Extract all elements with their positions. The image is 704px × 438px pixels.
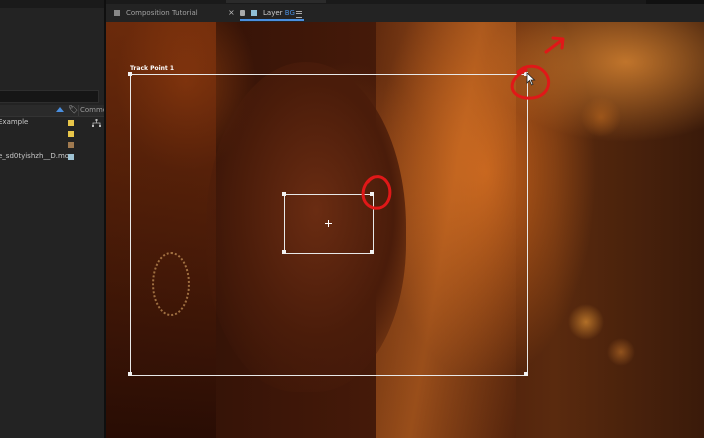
feature-region-handle-bottom-left[interactable] bbox=[282, 250, 286, 254]
close-icon[interactable]: × bbox=[228, 6, 235, 20]
track-point-label: Track Point 1 bbox=[130, 65, 175, 72]
lock-icon[interactable] bbox=[240, 10, 245, 16]
label-color-swatch[interactable] bbox=[68, 131, 74, 137]
top-right-strip bbox=[646, 0, 704, 4]
panel-top-strip bbox=[0, 0, 104, 8]
feature-region-handle-bottom-right[interactable] bbox=[370, 250, 374, 254]
project-panel: 🏷 Comme Example e_sd0tyishzh__D.mov bbox=[0, 0, 107, 438]
viewer-tab-bar: Composition Tutorial × Layer BG bbox=[106, 0, 704, 22]
tab-bar-top-accent bbox=[226, 0, 326, 3]
feature-region-handle-top-left[interactable] bbox=[282, 192, 286, 196]
tab-layer-prefix: Layer bbox=[263, 9, 283, 17]
sort-ascending-icon[interactable] bbox=[56, 107, 64, 112]
project-search-input[interactable] bbox=[0, 90, 99, 103]
composition-icon bbox=[114, 10, 120, 16]
project-item-row[interactable]: e_sd0tyishzh__D.mov bbox=[0, 151, 104, 162]
column-divider[interactable] bbox=[78, 105, 79, 116]
project-column-header: 🏷 Comme bbox=[0, 105, 107, 117]
label-color-swatch[interactable] bbox=[68, 120, 74, 126]
label-color-swatch[interactable] bbox=[68, 142, 74, 148]
project-item-row[interactable] bbox=[0, 128, 104, 139]
active-tab-indicator bbox=[240, 19, 304, 21]
project-item-name: Example bbox=[0, 118, 29, 126]
tab-composition-label: Composition Tutorial bbox=[126, 9, 198, 17]
layer-viewer[interactable]: Track Point 1 bbox=[106, 22, 704, 438]
label-tag-icon[interactable]: 🏷 bbox=[68, 106, 78, 114]
label-color-swatch[interactable] bbox=[68, 154, 74, 160]
search-region-handle-bottom-left[interactable] bbox=[128, 372, 132, 376]
hierarchy-icon[interactable] bbox=[92, 119, 101, 127]
tab-layer[interactable]: Layer BG bbox=[240, 6, 295, 20]
feature-region-handle-top-right[interactable] bbox=[370, 192, 374, 196]
search-region-handle-top-left[interactable] bbox=[128, 72, 132, 76]
project-item-name: e_sd0tyishzh__D.mov bbox=[0, 152, 74, 160]
search-region-handle-bottom-right[interactable] bbox=[524, 372, 528, 376]
track-point-attach-crosshair[interactable] bbox=[325, 220, 332, 227]
panel-menu-icon[interactable] bbox=[296, 11, 302, 18]
project-item-row[interactable]: Example bbox=[0, 117, 104, 128]
arrow-cursor-icon bbox=[526, 72, 536, 86]
tab-layer-name: BG bbox=[284, 9, 295, 17]
layer-icon bbox=[251, 10, 257, 16]
tab-composition[interactable]: Composition Tutorial bbox=[114, 6, 198, 20]
tab-bar-top-strip bbox=[106, 0, 704, 4]
annotation-arrow bbox=[544, 36, 565, 54]
project-item-row[interactable] bbox=[0, 139, 104, 150]
